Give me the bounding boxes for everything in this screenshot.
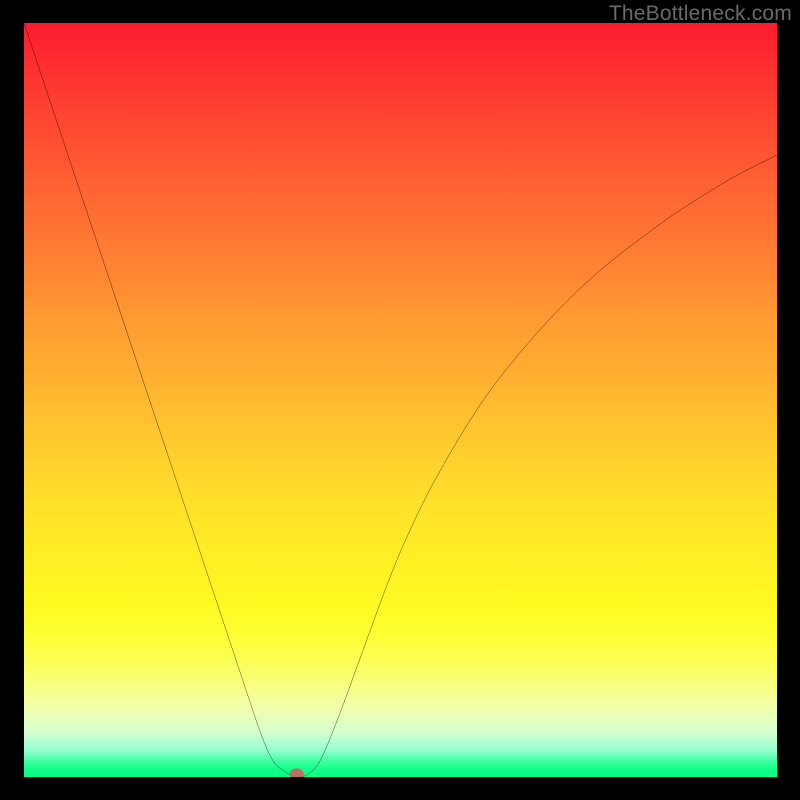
- bottleneck-curve-path: [24, 23, 777, 777]
- chart-frame: [24, 23, 777, 777]
- chart-plot: [24, 23, 777, 777]
- watermark-text: TheBottleneck.com: [609, 2, 792, 26]
- bottleneck-marker: [289, 768, 303, 777]
